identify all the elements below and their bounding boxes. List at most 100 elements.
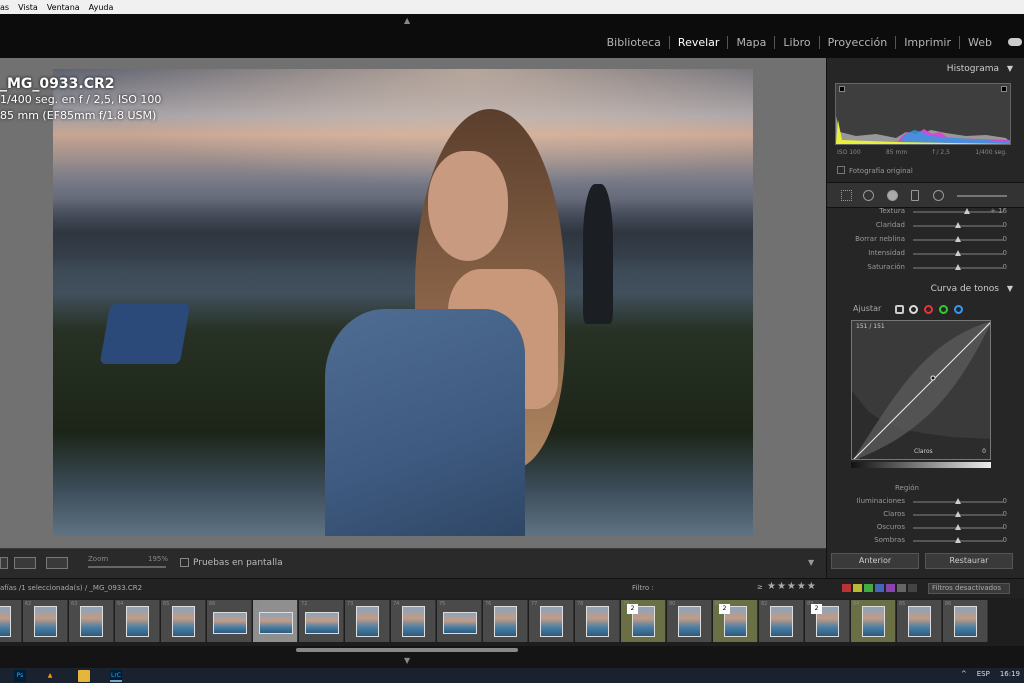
color-label-yellow[interactable] bbox=[853, 584, 862, 592]
stack-count-badge[interactable]: 2 bbox=[627, 604, 638, 614]
slider-value[interactable]: 0 bbox=[1003, 497, 1007, 505]
filmstrip-thumb[interactable]: 74 bbox=[391, 600, 436, 642]
slider-row[interactable]: Iluminaciones 0 bbox=[827, 496, 1017, 508]
vlc-icon[interactable]: ▲ bbox=[44, 670, 56, 682]
filmstrip-thumb[interactable]: 63 bbox=[69, 600, 114, 642]
slider-knob[interactable] bbox=[964, 208, 970, 214]
color-label-purple[interactable] bbox=[886, 584, 895, 592]
photo-preview[interactable] bbox=[53, 69, 753, 536]
tone-curve-graph[interactable]: 151 / 151 Claros 0 bbox=[851, 320, 991, 460]
stack-count-badge[interactable]: 2 bbox=[811, 604, 822, 614]
filmstrip-thumb[interactable]: 84 bbox=[851, 600, 896, 642]
slider-row[interactable]: Textura + 16 bbox=[827, 206, 1017, 218]
slider-value[interactable]: 0 bbox=[1003, 523, 1007, 531]
slider-knob[interactable] bbox=[955, 236, 961, 242]
filmstrip-thumb[interactable]: 76 bbox=[483, 600, 528, 642]
before-after-button[interactable] bbox=[14, 557, 36, 569]
filmstrip-thumb[interactable]: 812 bbox=[713, 600, 758, 642]
module-web[interactable]: Web bbox=[959, 36, 1000, 49]
filmstrip-path[interactable]: afías /1 seleccionada(s) / _MG_0933.CR2 bbox=[0, 584, 142, 592]
slider-knob[interactable] bbox=[955, 511, 961, 517]
curve-split-bar[interactable] bbox=[851, 462, 991, 468]
color-label-none[interactable] bbox=[897, 584, 906, 592]
folder-icon[interactable] bbox=[78, 670, 90, 682]
slider-row[interactable]: Claridad 0 bbox=[827, 220, 1017, 232]
color-label-other[interactable] bbox=[908, 584, 917, 592]
before-after-yy-button[interactable] bbox=[46, 557, 68, 569]
color-label-red[interactable] bbox=[842, 584, 851, 592]
image-viewer[interactable]: _MG_0933.CR2 1/400 seg. en f / 2,5, ISO … bbox=[0, 58, 826, 548]
tone-curve-collapse-icon[interactable]: ▼ bbox=[1007, 284, 1013, 293]
module-biblioteca[interactable]: Biblioteca bbox=[599, 36, 669, 49]
slider-row[interactable]: Intensidad 0 bbox=[827, 248, 1017, 260]
rating-operator[interactable]: ≥ bbox=[757, 583, 763, 591]
menu-item-window[interactable]: Ventana bbox=[47, 3, 80, 12]
green-channel-icon[interactable] bbox=[939, 305, 948, 314]
filmstrip-thumb[interactable]: 72 bbox=[299, 600, 344, 642]
filmstrip-thumb[interactable]: 75 bbox=[437, 600, 482, 642]
slider-value[interactable]: 0 bbox=[1003, 235, 1007, 243]
collapse-top-arrow-icon[interactable]: ▲ bbox=[404, 16, 410, 25]
slider-knob[interactable] bbox=[955, 264, 961, 270]
reset-button[interactable]: Restaurar bbox=[925, 553, 1013, 569]
menu-item-help[interactable]: Ayuda bbox=[89, 3, 114, 12]
previous-button[interactable]: Anterior bbox=[831, 553, 919, 569]
parametric-curve-icon[interactable] bbox=[895, 305, 904, 314]
spot-removal-icon[interactable] bbox=[863, 190, 874, 201]
filters-off-dropdown[interactable]: Filtros desactivados bbox=[928, 583, 1010, 594]
crop-tool-icon[interactable] bbox=[841, 190, 852, 201]
module-imprimir[interactable]: Imprimir bbox=[895, 36, 959, 49]
filmstrip-thumb[interactable]: 82 bbox=[759, 600, 804, 642]
filmstrip-thumb[interactable] bbox=[0, 600, 22, 642]
red-channel-icon[interactable] bbox=[924, 305, 933, 314]
tone-curve-header[interactable]: Curva de tonos ▼ bbox=[827, 284, 1017, 298]
lightroom-icon[interactable]: LrC bbox=[110, 670, 122, 682]
menu-item-edit[interactable]: as bbox=[0, 3, 9, 12]
slider-knob[interactable] bbox=[955, 250, 961, 256]
slider-value[interactable]: 0 bbox=[1003, 221, 1007, 229]
slider-knob[interactable] bbox=[955, 498, 961, 504]
shadow-clip-icon[interactable] bbox=[839, 86, 845, 92]
slider-row[interactable]: Sombras 0 bbox=[827, 535, 1017, 547]
slider-knob[interactable] bbox=[955, 524, 961, 530]
filmstrip-thumb[interactable]: 832 bbox=[805, 600, 850, 642]
language-indicator[interactable]: ESP bbox=[977, 670, 990, 678]
blue-channel-icon[interactable] bbox=[954, 305, 963, 314]
collapse-bottom-arrow-icon[interactable]: ▼ bbox=[404, 656, 410, 665]
filmstrip-thumb[interactable]: 86 bbox=[943, 600, 988, 642]
point-curve-rgb-icon[interactable] bbox=[909, 305, 918, 314]
histogram[interactable] bbox=[835, 83, 1011, 145]
filmstrip-thumb[interactable]: 62 bbox=[23, 600, 68, 642]
graduated-filter-icon[interactable] bbox=[911, 190, 919, 201]
slider-value[interactable]: + 16 bbox=[990, 207, 1007, 215]
slider-value[interactable]: 0 bbox=[1003, 510, 1007, 518]
filmstrip-thumb[interactable]: 78 bbox=[575, 600, 620, 642]
filmstrip-thumb[interactable]: 77 bbox=[529, 600, 574, 642]
clock[interactable]: 16:19 bbox=[1000, 670, 1020, 678]
module-revelar[interactable]: Revelar bbox=[668, 36, 728, 49]
module-mapa[interactable]: Mapa bbox=[727, 36, 774, 49]
highlight-clip-icon[interactable] bbox=[1001, 86, 1007, 92]
filmstrip-thumb[interactable]: 85 bbox=[897, 600, 942, 642]
filmstrip-scrollbar[interactable] bbox=[296, 648, 518, 652]
slider-row[interactable]: Borrar neblina 0 bbox=[827, 234, 1017, 246]
slider-value[interactable]: 0 bbox=[1003, 249, 1007, 257]
zoom-slider[interactable] bbox=[88, 566, 166, 568]
filmstrip-thumb[interactable]: 71 bbox=[253, 600, 298, 642]
toolbar-menu-chevron-icon[interactable]: ▼ bbox=[808, 558, 814, 567]
slider-knob[interactable] bbox=[955, 537, 961, 543]
original-photo-toggle[interactable]: Fotografía original bbox=[837, 166, 913, 175]
histogram-collapse-icon[interactable]: ▼ bbox=[1007, 64, 1013, 73]
cloud-icon[interactable] bbox=[1008, 38, 1022, 46]
menu-item-view[interactable]: Vista bbox=[18, 3, 38, 12]
stack-count-badge[interactable]: 2 bbox=[719, 604, 730, 614]
radial-filter-icon[interactable] bbox=[933, 190, 944, 201]
filmstrip-thumb[interactable]: 66 bbox=[207, 600, 252, 642]
filmstrip-thumb[interactable]: 73 bbox=[345, 600, 390, 642]
module-proyeccion[interactable]: Proyección bbox=[818, 36, 896, 49]
rating-filter[interactable]: ★★★★★ bbox=[767, 581, 817, 592]
soft-proof-checkbox[interactable] bbox=[180, 558, 189, 567]
color-label-green[interactable] bbox=[864, 584, 873, 592]
filmstrip-thumb[interactable]: 792 bbox=[621, 600, 666, 642]
slider-row[interactable]: Claros 0 bbox=[827, 509, 1017, 521]
